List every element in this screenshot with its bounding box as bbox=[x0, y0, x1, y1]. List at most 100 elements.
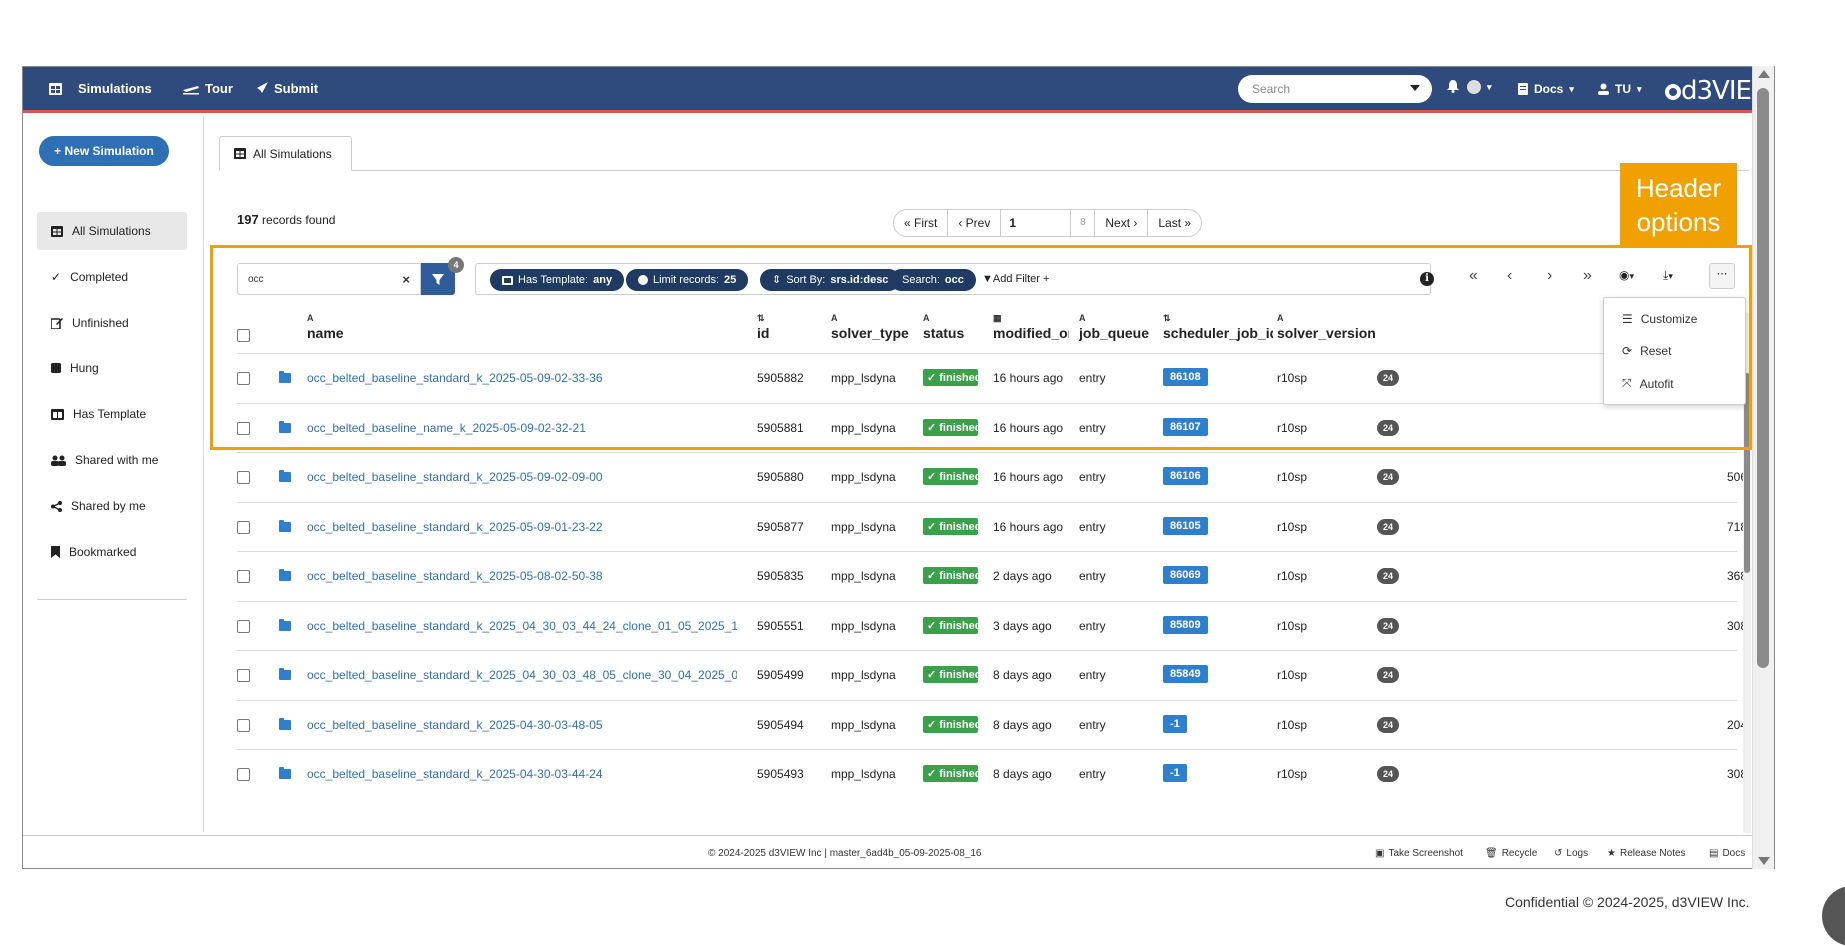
page-number-input[interactable]: 1 bbox=[1001, 210, 1072, 236]
column-header-modified-on[interactable]: ▦ modified_on bbox=[993, 313, 1069, 341]
column-visibility-button[interactable]: ◉▾ bbox=[1619, 268, 1634, 282]
table-row[interactable]: occ_belted_baseline_standard_k_2025-05-0… bbox=[237, 551, 1747, 601]
release-notes-link[interactable]: ★ Release Notes bbox=[1607, 848, 1686, 859]
chip-search[interactable]: Search: occ bbox=[890, 269, 976, 291]
sidebar-item-hung[interactable]: Hung bbox=[37, 349, 187, 387]
simulation-name-link[interactable]: occ_belted_baseline_standard_k_2025-05-0… bbox=[307, 470, 737, 484]
sidebar-item-completed[interactable]: ✓ Completed bbox=[37, 258, 187, 296]
scheduler-job-badge[interactable]: -1 bbox=[1163, 714, 1187, 733]
row-checkbox[interactable] bbox=[237, 669, 250, 682]
simulation-name-link[interactable]: occ_belted_baseline_standard_k_2025-04-3… bbox=[307, 718, 737, 732]
select-all-checkbox[interactable] bbox=[237, 329, 250, 342]
clear-icon[interactable]: × bbox=[402, 272, 410, 287]
job-queue: entry bbox=[1079, 371, 1106, 385]
scheduler-job-badge[interactable]: 85809 bbox=[1163, 615, 1208, 634]
add-filter-button[interactable]: ▼Add Filter + bbox=[982, 273, 1049, 285]
nav-simulations[interactable]: Simulations bbox=[49, 81, 152, 96]
sidebar-item-bookmarked[interactable]: Bookmarked bbox=[37, 533, 187, 571]
nav-docs[interactable]: Docs ▾ bbox=[1518, 82, 1574, 96]
chevron-down-icon[interactable] bbox=[1410, 85, 1420, 91]
sidebar-item-unfinished[interactable]: Unfinished bbox=[37, 304, 187, 342]
sidebar-item-has-template[interactable]: Has Template bbox=[37, 395, 187, 433]
next-page-button[interactable]: Next › bbox=[1095, 210, 1149, 236]
row-checkbox[interactable] bbox=[237, 718, 250, 732]
download-button[interactable]: ⤓▾ bbox=[1663, 268, 1673, 283]
chip-has-template[interactable]: Has Template: any bbox=[490, 269, 625, 291]
row-checkbox[interactable] bbox=[237, 768, 250, 781]
simulation-name-link[interactable]: occ_belted_baseline_standard_k_2025-05-0… bbox=[307, 569, 737, 583]
scheduler-job-badge[interactable]: 86069 bbox=[1163, 566, 1208, 584]
row-checkbox[interactable] bbox=[237, 619, 250, 633]
logs-link[interactable]: ↺ Logs bbox=[1554, 848, 1588, 859]
scheduler-job-badge[interactable]: 86107 bbox=[1163, 417, 1208, 436]
last-page-button[interactable]: Last » bbox=[1148, 210, 1201, 236]
header-options-button[interactable]: ⋯ bbox=[1709, 263, 1735, 289]
row-checkbox[interactable] bbox=[237, 520, 250, 534]
simulation-name-link[interactable]: occ_belted_baseline_standard_k_2025-05-0… bbox=[307, 520, 737, 534]
simulation-name-link[interactable]: occ_belted_baseline_standard_k_2025_04_3… bbox=[307, 668, 737, 682]
simulation-name-link[interactable]: occ_belted_baseline_standard_k_2025-04-3… bbox=[307, 767, 737, 781]
row-checkbox[interactable] bbox=[237, 570, 250, 583]
column-header-id[interactable]: ⇅ id bbox=[757, 313, 827, 341]
menu-item-customize[interactable]: ☰ Customize bbox=[1622, 312, 1697, 326]
notifications-button[interactable] bbox=[1447, 80, 1459, 93]
next-arrow-icon[interactable]: › bbox=[1547, 267, 1552, 285]
nav-user[interactable]: TU ▾ bbox=[1598, 82, 1642, 96]
prev-arrow-icon[interactable]: ‹ bbox=[1507, 267, 1512, 285]
table-row[interactable]: occ_belted_baseline_standard_k_2025_04_3… bbox=[237, 600, 1747, 651]
row-checkbox[interactable] bbox=[237, 421, 250, 435]
column-header-solver-version[interactable]: Asolver_version bbox=[1277, 313, 1377, 341]
first-arrow-icon[interactable]: « bbox=[1469, 267, 1478, 285]
sidebar-item-all-simulations[interactable]: All Simulations bbox=[37, 212, 187, 250]
scheduler-job-badge[interactable]: 86108 bbox=[1163, 368, 1208, 386]
prev-page-button[interactable]: ‹ Prev bbox=[948, 210, 1002, 236]
column-header-scheduler-job-id[interactable]: ⇅ scheduler_job_id bbox=[1163, 313, 1273, 341]
scheduler-job-badge[interactable]: 85849 bbox=[1163, 665, 1208, 683]
table-row[interactable]: occ_belted_baseline_standard_k_2025-05-0… bbox=[237, 353, 1737, 403]
column-header-name[interactable]: Aname bbox=[307, 313, 747, 341]
table-row[interactable]: occ_belted_baseline_standard_k_2025-04-3… bbox=[237, 699, 1747, 750]
column-header-job-queue[interactable]: Ajob_queue bbox=[1079, 313, 1151, 341]
table-row[interactable]: occ_belted_baseline_name_k_2025-05-09-02… bbox=[237, 402, 1737, 453]
simulation-name-link[interactable]: occ_belted_baseline_name_k_2025-05-09-02… bbox=[307, 421, 737, 435]
sidebar-item-label: Unfinished bbox=[72, 316, 129, 330]
filter-search-input[interactable]: occ × bbox=[237, 263, 421, 295]
scroll-down-icon[interactable] bbox=[1758, 857, 1770, 865]
menu-item-autofit[interactable]: ⤧ Autofit bbox=[1622, 376, 1674, 391]
table-row[interactable]: occ_belted_baseline_standard_k_2025-05-0… bbox=[237, 501, 1747, 552]
table-row[interactable]: occ_belted_baseline_standard_k_2025-05-0… bbox=[237, 452, 1747, 502]
row-checkbox[interactable] bbox=[237, 471, 250, 484]
scheduler-job-badge[interactable]: 86105 bbox=[1163, 516, 1208, 535]
first-page-button[interactable]: « First bbox=[894, 210, 949, 236]
docs-link[interactable]: ▤ Docs bbox=[1709, 848, 1745, 859]
table-row[interactable]: occ_belted_baseline_standard_k_2025-04-3… bbox=[237, 749, 1747, 799]
table-row[interactable]: occ_belted_baseline_standard_k_2025_04_3… bbox=[237, 650, 1737, 700]
page-scrollbar[interactable] bbox=[1752, 66, 1774, 869]
scheduler-job-badge[interactable]: 86106 bbox=[1163, 467, 1208, 485]
tab-all-simulations[interactable]: All Simulations bbox=[219, 136, 352, 171]
scroll-up-icon[interactable] bbox=[1758, 70, 1770, 78]
column-header-solver-type[interactable]: Asolver_type bbox=[831, 313, 919, 341]
take-screenshot-link[interactable]: ▣ Take Screenshot bbox=[1375, 848, 1463, 859]
chip-sort-by[interactable]: ⇕ Sort By: srs.id:desc bbox=[760, 269, 901, 291]
info-icon[interactable]: i bbox=[1420, 272, 1434, 286]
page-scrollbar-thumb[interactable] bbox=[1757, 88, 1769, 668]
last-arrow-icon[interactable]: » bbox=[1583, 267, 1592, 285]
records-label: records found bbox=[262, 213, 336, 227]
simulation-name-link[interactable]: occ_belted_baseline_standard_k_2025_04_3… bbox=[307, 619, 737, 633]
global-search-input[interactable]: Search bbox=[1238, 75, 1432, 103]
recycle-link[interactable]: 🗑 Recycle bbox=[1485, 848, 1537, 859]
sidebar-item-shared-with-me[interactable]: Shared with me bbox=[37, 441, 187, 479]
status-dropdown[interactable]: ▾ bbox=[1467, 80, 1492, 94]
menu-item-reset[interactable]: ⟳ Reset bbox=[1622, 344, 1671, 358]
scheduler-job-badge[interactable]: -1 bbox=[1163, 764, 1187, 782]
simulation-name-link[interactable]: occ_belted_baseline_standard_k_2025-05-0… bbox=[307, 371, 737, 385]
nav-submit[interactable]: Submit bbox=[255, 81, 318, 96]
chip-limit-records[interactable]: Limit records: 25 bbox=[626, 269, 749, 291]
new-simulation-button[interactable]: + New Simulation bbox=[39, 136, 169, 166]
tab-divider bbox=[219, 170, 1749, 171]
row-checkbox[interactable] bbox=[237, 372, 250, 385]
column-header-status[interactable]: Astatus bbox=[923, 313, 983, 341]
sidebar-item-shared-by-me[interactable]: Shared by me bbox=[37, 487, 187, 525]
nav-tour[interactable]: Tour bbox=[183, 81, 233, 96]
